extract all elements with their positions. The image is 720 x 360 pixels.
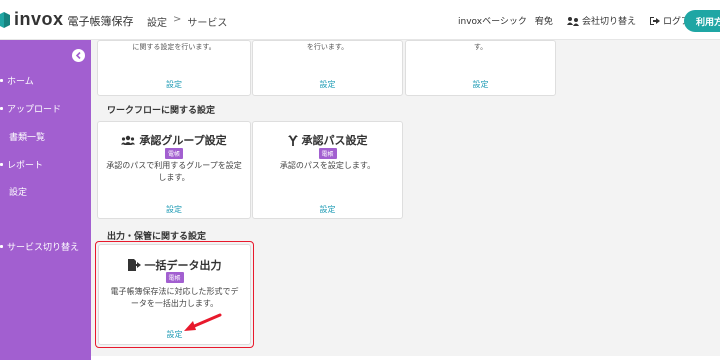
bullet-icon <box>0 244 3 248</box>
card-title-text: 承認グループ設定 <box>139 134 227 147</box>
top-bar: invox 電子帳簿保存 設定 > サービス invoxベーシック 宥免 会社切… <box>0 0 720 40</box>
settings-card: を行います。 設定 <box>252 40 403 96</box>
switch-company-button[interactable]: 会社切り替え <box>566 14 636 27</box>
badge: 電帳 <box>164 148 184 159</box>
card-settings-link[interactable]: 設定 <box>406 79 555 90</box>
sidebar-item-label: 設定 <box>9 187 28 198</box>
sidebar-collapse-button[interactable] <box>72 49 85 62</box>
sidebar-item-settings[interactable]: 設定 <box>0 181 27 201</box>
logout-icon <box>649 16 660 25</box>
pointer-arrow-icon <box>184 313 222 331</box>
sidebar-item-report[interactable]: レポート <box>0 154 43 174</box>
users-icon <box>121 135 136 145</box>
card-description: 承認のパスで利用するグループを設定します。 <box>106 161 242 182</box>
sidebar-item-switch-service[interactable]: サービス切り替え <box>0 236 79 256</box>
header-right: invoxベーシック 宥免 会社切り替え ログアウト <box>458 14 708 27</box>
sidebar-item-label: 書類一覧 <box>9 132 46 143</box>
card-description: に関する設定を行います。 <box>132 43 216 51</box>
sidebar-item-label: ホーム <box>7 76 34 87</box>
card-description: 承認のパスを設定します。 <box>279 161 376 170</box>
logo-subtitle: 電子帳簿保存 <box>67 15 134 28</box>
settings-card: に関する設定を行います。 設定 <box>97 40 251 96</box>
card-settings-link[interactable]: 設定 <box>253 79 402 90</box>
chevron-left-icon <box>75 52 81 59</box>
approval-group-card: 承認グループ設定 電帳 承認のパスで利用するグループを設定します。 設定 <box>97 121 251 219</box>
breadcrumb-separator: > <box>173 14 182 25</box>
sidebar: ホーム アップロード 書類一覧 レポート 設定 サービス切り替え <box>0 40 91 360</box>
card-title: 承認グループ設定 <box>98 132 250 148</box>
logo-mark-icon <box>0 11 10 28</box>
sidebar-item-documents[interactable]: 書類一覧 <box>0 126 45 146</box>
section-heading-workflow: ワークフローに関する設定 <box>107 106 216 116</box>
card-description: を行います。 <box>306 43 349 51</box>
switch-company-icon <box>566 16 579 26</box>
settings-card: す。 設定 <box>405 40 556 96</box>
sidebar-item-label: アップロード <box>7 104 62 115</box>
badge: 電帳 <box>318 148 337 159</box>
bullet-icon <box>0 106 3 110</box>
breadcrumb: 設定 > サービス <box>147 14 227 29</box>
sidebar-item-upload[interactable]: アップロード <box>0 98 61 118</box>
card-settings-link[interactable]: 設定 <box>98 79 250 90</box>
card-title-text: 承認パス設定 <box>301 134 368 147</box>
sidebar-item-label: サービス切り替え <box>7 242 80 253</box>
route-icon <box>287 134 298 146</box>
card-settings-link[interactable]: 設定 <box>253 204 402 215</box>
user-name: 宥免 <box>534 17 553 27</box>
approval-path-card: 承認パス設定 電帳 承認のパスを設定します。 設定 <box>252 121 403 219</box>
breadcrumb-item-settings[interactable]: 設定 <box>147 14 167 29</box>
bullet-icon <box>0 78 3 82</box>
sidebar-item-label: レポート <box>7 160 44 171</box>
usage-guide-button[interactable]: 利用方法 <box>684 10 720 32</box>
logo-text: invox <box>14 9 64 29</box>
plan-name: invoxベーシック <box>458 17 527 27</box>
breadcrumb-item-service: サービス <box>187 18 228 29</box>
card-title: 承認パス設定 <box>253 132 402 148</box>
card-settings-link[interactable]: 設定 <box>98 204 250 215</box>
card-description: す。 <box>473 43 488 51</box>
sidebar-item-home[interactable]: ホーム <box>0 70 34 90</box>
bullet-icon <box>0 162 3 166</box>
highlight-box <box>95 241 254 348</box>
logo[interactable]: invox 電子帳簿保存 <box>0 9 134 30</box>
switch-company-label: 会社切り替え <box>581 17 636 27</box>
